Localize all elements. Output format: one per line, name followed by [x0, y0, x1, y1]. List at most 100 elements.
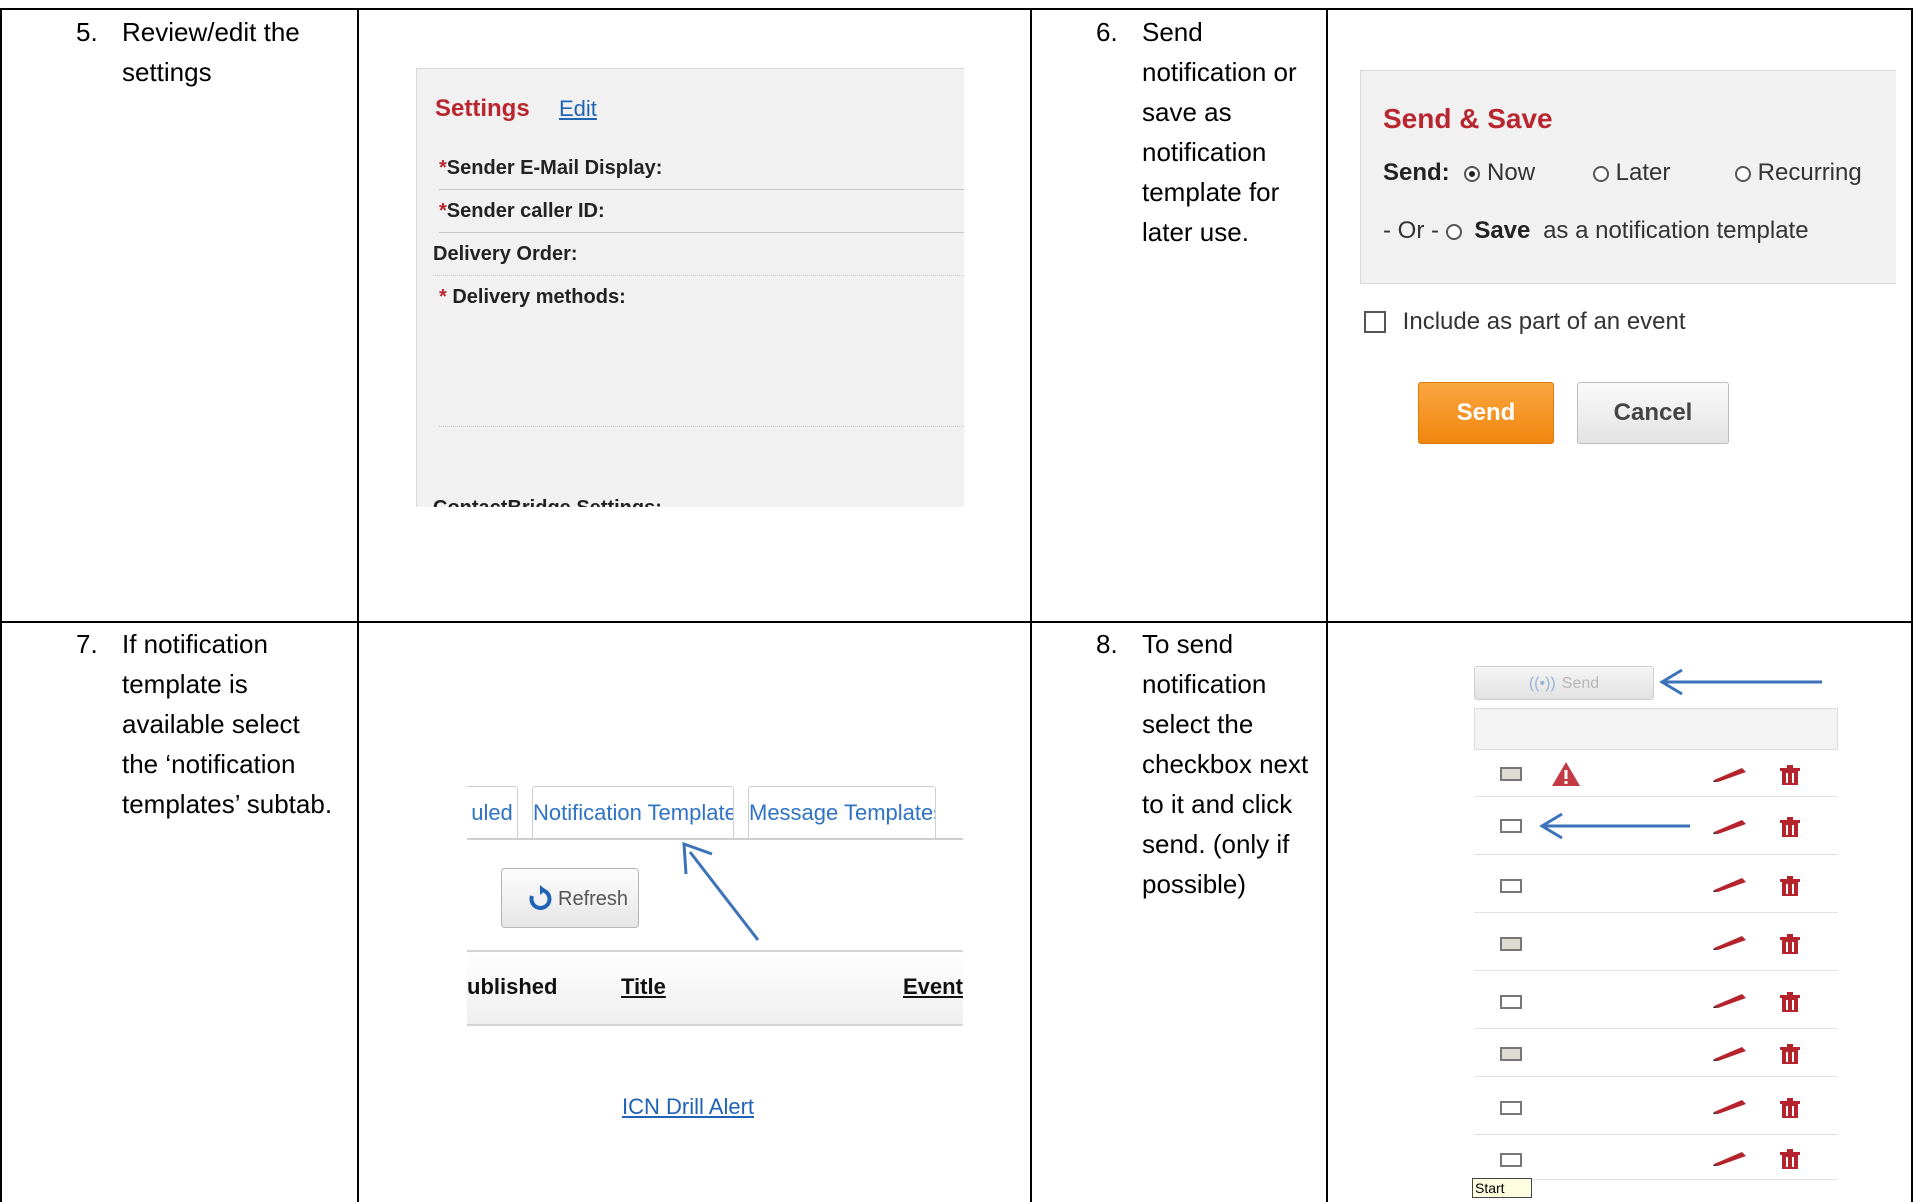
step-line: later use. — [1142, 217, 1249, 247]
annotation-arrow-icon — [682, 841, 760, 941]
send-now-label: Now — [1487, 159, 1536, 186]
list-item — [1474, 752, 1838, 797]
settings-edit-link[interactable]: Edit — [559, 96, 597, 122]
edit-pencil-icon[interactable] — [1712, 818, 1748, 834]
step-number: 8. — [1096, 629, 1118, 659]
row-checkbox[interactable] — [1500, 937, 1522, 951]
edit-pencil-icon[interactable] — [1712, 766, 1748, 782]
step-line: available select — [122, 709, 300, 739]
row-checkbox[interactable] — [1500, 819, 1522, 833]
trash-icon[interactable] — [1778, 1148, 1802, 1170]
row-checkbox[interactable] — [1500, 767, 1522, 781]
refresh-button[interactable]: Refresh — [501, 868, 639, 928]
sender-email-display-row: *Sender E-Mail Display: — [439, 147, 964, 190]
include-event-label: Include as part of an event — [1402, 308, 1686, 335]
instruction-table: 5. Review/edit the settings 6. Send noti… — [0, 0, 1913, 1202]
row-label: Sender caller ID: — [446, 200, 605, 222]
send-later-option[interactable]: Later — [1593, 159, 1670, 187]
row-checkbox[interactable] — [1500, 1101, 1522, 1115]
table-divider-1 — [357, 8, 359, 1202]
send-button[interactable]: Send — [1418, 382, 1554, 444]
list-item — [1474, 913, 1838, 971]
step-line: If notification — [122, 629, 268, 659]
settings-title: Settings — [435, 95, 530, 122]
send-disabled-button[interactable]: ((•)) Send — [1474, 666, 1654, 700]
step-text: To send notification select the checkbox… — [1142, 624, 1308, 904]
step-line: notification — [1142, 669, 1267, 699]
include-event-checkbox[interactable] — [1364, 311, 1386, 333]
trash-icon[interactable] — [1778, 764, 1802, 786]
row-label: Delivery methods: — [452, 286, 626, 308]
refresh-icon — [529, 885, 552, 910]
send-now-option[interactable]: Now — [1464, 159, 1535, 186]
table-border-top — [0, 8, 1913, 10]
send-recurring-option[interactable]: Recurring — [1735, 159, 1862, 187]
template-title-link[interactable]: ICN Drill Alert — [622, 1094, 754, 1120]
save-template-radio[interactable] — [1445, 224, 1462, 240]
trash-icon[interactable] — [1778, 933, 1802, 955]
step-line: notification or — [1142, 57, 1297, 87]
trash-icon[interactable] — [1778, 991, 1802, 1013]
or-separator: - Or - — [1383, 217, 1439, 244]
step-line: notification — [1142, 137, 1267, 167]
annotation-arrow-icon — [1539, 812, 1690, 840]
settings-panel: Settings Edit *Sender E-Mail Display: *S… — [416, 68, 964, 507]
send-later-radio[interactable] — [1593, 166, 1609, 182]
step-line: template is — [122, 669, 248, 699]
step-text: Send notification or save as notificatio… — [1142, 12, 1297, 252]
step-number: 6. — [1096, 17, 1118, 47]
required-marker: * — [439, 286, 453, 308]
send-now-radio[interactable] — [1464, 166, 1481, 182]
trash-icon[interactable] — [1778, 875, 1802, 897]
step-8-instruction: 8. To send notification select the check… — [1096, 624, 1326, 924]
cancel-button[interactable]: Cancel — [1577, 382, 1729, 444]
trash-icon[interactable] — [1778, 816, 1802, 838]
edit-pencil-icon[interactable] — [1712, 1150, 1748, 1166]
column-event-name[interactable]: Event N — [903, 974, 963, 1000]
required-marker: * — [439, 157, 447, 179]
send-disabled-label: Send — [1561, 675, 1600, 692]
step-text: Review/edit the settings — [122, 12, 300, 92]
row-checkbox[interactable] — [1500, 1047, 1522, 1061]
row-checkbox[interactable] — [1500, 995, 1522, 1009]
edit-pencil-icon[interactable] — [1712, 1098, 1748, 1114]
trash-icon[interactable] — [1778, 1097, 1802, 1119]
step-line: checkbox next — [1142, 749, 1309, 779]
send-save-title: Send & Save — [1383, 103, 1553, 134]
row-label: ContactBridge Settings: — [433, 497, 662, 507]
edit-pencil-icon[interactable] — [1712, 876, 1748, 892]
tab-message-templates[interactable]: Message Templates — [748, 786, 936, 839]
row-checkbox[interactable] — [1500, 879, 1522, 893]
column-published[interactable]: ublished — [467, 974, 557, 1000]
edit-pencil-icon[interactable] — [1712, 992, 1748, 1008]
send-timing-row: Send: Now Later Recurring — [1383, 159, 1862, 187]
step-line: possible) — [1142, 869, 1247, 899]
send-later-label: Later — [1615, 159, 1671, 186]
save-template-row: - Or - Save as a notification template — [1383, 217, 1809, 245]
edit-pencil-icon[interactable] — [1712, 1045, 1748, 1061]
step-line: To send — [1142, 629, 1234, 659]
tab-scheduled[interactable]: uled — [467, 786, 518, 839]
list-item — [1474, 971, 1838, 1029]
list-header — [1474, 708, 1838, 750]
step-line: select the — [1142, 709, 1254, 739]
step-line: settings — [122, 57, 212, 87]
list-item — [1474, 1135, 1838, 1180]
list-item — [1474, 1077, 1838, 1135]
send-save-panel: Send & Save Send: Now Later Recurring - … — [1360, 70, 1896, 284]
sender-caller-id-row: *Sender caller ID: — [439, 190, 964, 233]
step-line: save as — [1142, 97, 1232, 127]
send-recurring-radio[interactable] — [1735, 166, 1751, 182]
step-number: 5. — [76, 17, 98, 47]
table-border-left — [0, 8, 2, 1202]
trash-icon[interactable] — [1778, 1043, 1802, 1065]
send-label: Send: — [1383, 159, 1450, 186]
step-line: send. (only if — [1142, 829, 1290, 859]
step-5-instruction: 5. Review/edit the settings — [76, 12, 346, 112]
row-checkbox[interactable] — [1500, 1153, 1522, 1167]
warning-icon — [1552, 762, 1580, 786]
include-event-row: Include as part of an event — [1364, 308, 1686, 336]
templates-table-header: ublished Title Event N — [467, 950, 963, 1026]
column-title[interactable]: Title — [621, 974, 666, 1000]
edit-pencil-icon[interactable] — [1712, 934, 1748, 950]
